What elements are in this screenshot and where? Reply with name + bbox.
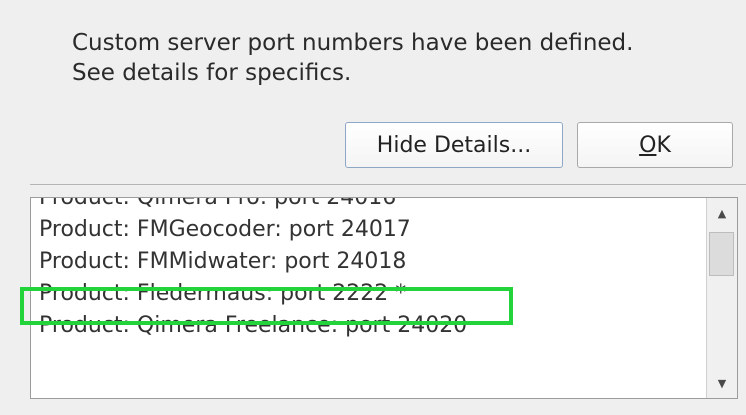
details-line: Product: FMGeocoder: port 24017 — [39, 217, 411, 242]
port-numbers-dialog: Custom server port numbers have been def… — [0, 0, 746, 415]
hide-details-button[interactable]: Hide Details... — [345, 122, 563, 168]
details-line: Product: Qimera Pro: port 24016 — [39, 197, 397, 210]
ok-button[interactable]: OK — [577, 122, 733, 168]
ok-label-rest: K — [656, 132, 671, 158]
highlight-box — [20, 287, 513, 325]
separator — [30, 184, 746, 185]
triangle-down-icon[interactable]: ▼ — [707, 368, 737, 398]
ok-mnemonic: O — [639, 132, 657, 158]
details-line: Product: FMMidwater: port 24018 — [39, 249, 407, 274]
vertical-scrollbar[interactable]: ▲ ▼ — [706, 198, 737, 398]
message-line-2: See details for specifics. — [72, 60, 352, 86]
triangle-up-icon[interactable]: ▲ — [707, 198, 737, 228]
dialog-message: Custom server port numbers have been def… — [72, 28, 742, 88]
message-line-1: Custom server port numbers have been def… — [72, 30, 634, 56]
scrollbar-thumb[interactable] — [709, 232, 734, 276]
